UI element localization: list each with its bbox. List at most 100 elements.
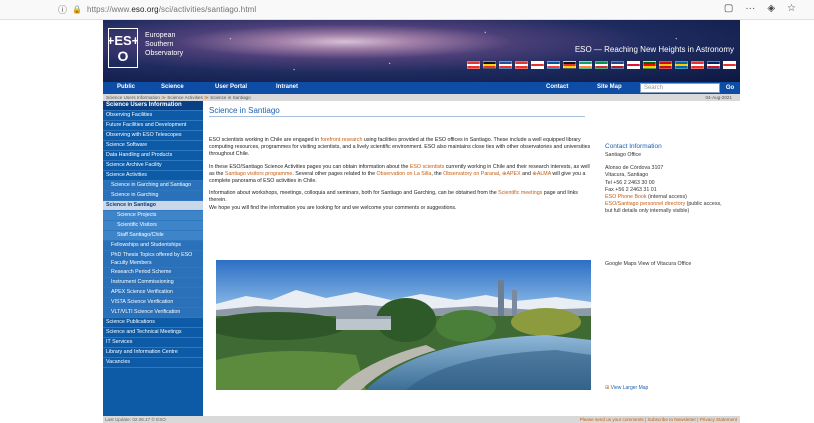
pocket-icon[interactable]: ◈	[767, 3, 775, 14]
nav-public[interactable]: Public	[117, 84, 135, 90]
sidebar-item[interactable]: APEX Science Verification	[103, 288, 203, 298]
sidebar-item[interactable]: Science in Garching	[103, 191, 203, 201]
tagline: ESO — Reaching New Heights in Astronomy	[574, 45, 734, 54]
sidebar-item[interactable]: Instrument Commissioning	[103, 278, 203, 288]
info-icon[interactable]: ⓘ	[58, 3, 67, 16]
sidebar-item[interactable]: PhD Thesis Topics offered by ESO Faculty…	[103, 251, 203, 268]
language-flag-icon[interactable]	[531, 61, 544, 69]
visitors-programme-link[interactable]: Santiago visitors programme	[225, 171, 292, 177]
sidebar-item[interactable]: Staff Santiago/Chile	[103, 231, 203, 241]
search-go-button[interactable]: Go	[722, 83, 738, 93]
alma-link[interactable]: ⊕ALMA	[532, 171, 551, 177]
larger-map-link[interactable]: ⊞ View Larger Map	[605, 385, 648, 391]
sidebar-item[interactable]: Science Activities	[103, 171, 203, 181]
breadcrumb: Science Users Information ≫ Science Acti…	[103, 94, 740, 101]
footer-links[interactable]: Please send us your comments | Subscribe…	[580, 416, 737, 423]
language-flag-icon[interactable]	[627, 61, 640, 69]
directory-link[interactable]: ESO/Santiago personnel directory	[605, 201, 685, 207]
page-footer: Last Update: 02.06.17 © ESO Please send …	[103, 416, 740, 423]
map-caption: Google Maps View of Vitacura Office	[605, 261, 692, 267]
sidebar-item[interactable]: Scientific Visitors	[103, 221, 203, 231]
reader-view-icon[interactable]: ▢	[724, 3, 733, 14]
activities-paragraph: In these ESO/Santiago Science Activities…	[209, 163, 590, 185]
contact-info: Contact Information Santiago Office Alon…	[605, 143, 730, 216]
vitacura-panorama-image	[216, 260, 591, 390]
intro-paragraph: ESO scientists working in Chile are enga…	[209, 137, 591, 158]
apex-link[interactable]: ⊕APEX	[502, 171, 521, 177]
language-flag-icon[interactable]	[515, 61, 528, 69]
more-actions-icon[interactable]: ···	[745, 3, 755, 14]
sidebar-item[interactable]: Observing Facilities	[103, 111, 203, 121]
directory-row: ESO/Santiago personnel directory (public…	[605, 201, 722, 215]
language-flag-icon[interactable]	[659, 61, 672, 69]
sidebar-item[interactable]: VLT/VLTI Science Verification	[103, 308, 203, 318]
sidebar-item[interactable]: Science in Garching and Santiago	[103, 181, 203, 191]
language-flag-icon[interactable]	[499, 61, 512, 69]
phonebook-link[interactable]: ESO Phone Book	[605, 194, 647, 200]
language-flag-icon[interactable]	[691, 61, 704, 69]
sidebar-item[interactable]: Science Publications	[103, 318, 203, 328]
nav-site-map[interactable]: Site Map	[597, 84, 622, 90]
language-flag-icon[interactable]	[723, 61, 736, 69]
office-name: Santiago Office	[605, 152, 642, 158]
last-update: Last Update: 02.06.17 © ESO	[105, 417, 166, 422]
breadcrumb-item[interactable]: Science in Santiago	[210, 95, 251, 100]
language-flag-icon[interactable]	[707, 61, 720, 69]
top-navigation: Public Science User Portal Intranet Cont…	[103, 82, 740, 94]
sidebar-item[interactable]: Vacancies	[103, 358, 203, 368]
sidebar-item[interactable]: VISTA Science Verification	[103, 298, 203, 308]
eso-logo[interactable]: +ES+ O	[107, 28, 140, 68]
sidebar-item[interactable]: IT Services	[103, 338, 203, 348]
eso-page: +ES+ O European Southern Observatory ESO…	[103, 20, 740, 423]
nav-science[interactable]: Science	[161, 84, 184, 90]
breadcrumb-item[interactable]: Science Activities	[167, 95, 203, 100]
language-flag-icon[interactable]	[611, 61, 624, 69]
santiago-office-photo	[216, 260, 591, 390]
search-input[interactable]: Search	[640, 83, 720, 93]
la-silla-link[interactable]: Observation on La Silla	[377, 171, 432, 177]
language-flag-icon[interactable]	[595, 61, 608, 69]
sidebar-item[interactable]: Science in Santiago	[103, 201, 203, 211]
address-bar[interactable]: https://www.eso.org/sci/activities/santi…	[87, 5, 256, 14]
sidebar-item[interactable]: Observing with ESO Telescopes	[103, 131, 203, 141]
forefront-research-link[interactable]: forefront research	[321, 137, 363, 143]
telephone: Tel +56 2 2463 30 00	[605, 179, 655, 186]
sidebar-item[interactable]: Fellowships and Studentships	[103, 241, 203, 251]
language-flag-icon[interactable]	[547, 61, 560, 69]
paranal-link[interactable]: Observatory on Paranal	[443, 171, 499, 177]
nav-contact[interactable]: Contact	[546, 84, 568, 90]
breadcrumb-item[interactable]: Science Users Information	[106, 95, 160, 100]
meetings-paragraph: Information about workshops, meetings, c…	[209, 190, 578, 211]
browser-toolbar: ⓘ 🔒 https://www.eso.org/sci/activities/s…	[0, 0, 814, 20]
lock-icon[interactable]: 🔒	[72, 5, 82, 14]
scientific-meetings-link[interactable]: Scientific meetings	[498, 190, 542, 196]
bookmark-star-icon[interactable]: ☆	[787, 3, 796, 14]
page-title: Science in Santiago	[209, 106, 585, 117]
eso-scientists-link[interactable]: ESO scientists	[410, 164, 444, 170]
address-line: Alonso de Córdova 3107	[605, 165, 664, 172]
language-flag-icon[interactable]	[643, 61, 656, 69]
sidebar-item[interactable]: Science Archive Facility	[103, 161, 203, 171]
sidebar-item[interactable]: Research Period Scheme	[103, 268, 203, 278]
language-flag-icon[interactable]	[483, 61, 496, 69]
nav-intranet[interactable]: Intranet	[276, 84, 298, 90]
sidebar-item[interactable]: Data Handling and Products	[103, 151, 203, 161]
main-content: Science in Santiago ESO scientists worki…	[209, 106, 594, 212]
eso-logo-mark: +ES+ O	[107, 33, 140, 64]
site-banner: +ES+ O European Southern Observatory ESO…	[103, 20, 740, 82]
sidebar-item[interactable]: Science Users Information	[103, 101, 203, 111]
contact-title: Contact Information	[605, 143, 662, 150]
language-flag-icon[interactable]	[563, 61, 576, 69]
sidebar-item[interactable]: Future Facilities and Development	[103, 121, 203, 131]
nav-user-portal[interactable]: User Portal	[215, 84, 247, 90]
language-flag-icon[interactable]	[579, 61, 592, 69]
org-name: European Southern Observatory	[145, 32, 184, 57]
sidebar-item[interactable]: Library and Information Centre	[103, 348, 203, 358]
language-flag-icon[interactable]	[675, 61, 688, 69]
sidebar-item[interactable]: Science Software	[103, 141, 203, 151]
sidebar-nav: Science Users Information Observing Facil…	[103, 101, 203, 416]
sidebar-item[interactable]: Science Projects	[103, 211, 203, 221]
phonebook-row: ESO Phone Book (internal access)	[605, 194, 687, 201]
sidebar-item[interactable]: Science and Technical Meetings	[103, 328, 203, 338]
language-flag-icon[interactable]	[467, 61, 480, 69]
